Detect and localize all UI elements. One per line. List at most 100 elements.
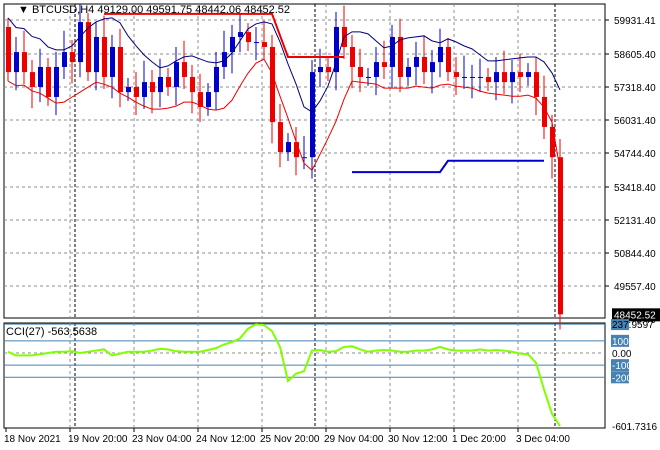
cci-line [7, 323, 561, 427]
bull-candle [54, 66, 59, 97]
bull-candle [390, 36, 395, 67]
bull-candle [206, 92, 211, 107]
bear-candle [398, 36, 403, 77]
price-tick-label: 50844.40 [614, 249, 656, 260]
time-tick-label: 23 Nov 04:00 [132, 434, 192, 445]
time-tick-label: 29 Nov 04:00 [324, 434, 384, 445]
bear-candle [534, 72, 539, 97]
chart-canvas[interactable]: 59931.41 58605.40 57318.40 56031.40 54744.40… [0, 0, 660, 450]
bull-candle [254, 42, 259, 44]
bull-candle [142, 82, 147, 97]
bull-candle [374, 62, 379, 77]
bull-candle [462, 76, 467, 78]
bear-candle [166, 76, 171, 87]
time-tick-label: 19 Nov 20:00 [68, 434, 128, 445]
bull-candle [286, 142, 291, 153]
price-tick-label: 57318.40 [614, 83, 656, 94]
bear-candle [278, 122, 283, 153]
bear-candle [102, 36, 107, 77]
cci-tick-label: 237.9597 [612, 320, 654, 331]
bull-candle [222, 52, 227, 67]
bear-candle [558, 157, 563, 315]
stop-line-blue [352, 159, 544, 174]
price-tick-label: 54744.40 [614, 149, 656, 160]
time-tick-label: 18 Nov 2021 [4, 434, 61, 445]
bear-candle [118, 46, 123, 93]
bull-candle [470, 76, 475, 78]
bear-candle [358, 66, 363, 77]
bull-candle [406, 66, 411, 77]
cci-tick-label: 0.00 [612, 349, 632, 360]
bull-candle [238, 32, 243, 37]
time-tick-label: 1 Dec 20:00 [452, 434, 506, 445]
bull-candle [38, 66, 43, 87]
bull-candle [126, 86, 131, 93]
cci-tick-label: -100 [612, 361, 632, 372]
cci-pane-frame [3, 322, 606, 429]
bull-candle [302, 157, 307, 159]
bear-candle [150, 82, 155, 93]
ohlc-values: 49129.00 49591.75 48442.06 48452.52 [97, 4, 291, 16]
bull-candle [494, 72, 499, 83]
cci-tick-label: 100 [612, 337, 629, 348]
bear-candle [422, 56, 427, 73]
bear-candle [454, 72, 459, 77]
bear-candle [350, 46, 355, 67]
chart-header: ▼ BTCUSD,H4 49129.00 49591.75 48442.06 4… [18, 4, 290, 16]
cci-name: CCI(27) [6, 326, 45, 338]
time-tick-label: 3 Dec 04:00 [516, 434, 570, 445]
cci-value: -563.5638 [47, 326, 98, 338]
price-tick-label: 58605.40 [614, 50, 656, 61]
bull-candle [174, 62, 179, 87]
bull-candle [318, 66, 323, 73]
bull-candle [110, 46, 115, 77]
bull-candle [158, 76, 163, 93]
price-tick-label: 53418.40 [614, 183, 656, 194]
bear-candle [326, 66, 331, 73]
price-tick-label: 52131.40 [614, 216, 656, 227]
bull-candle [78, 22, 83, 63]
bear-candle [502, 72, 507, 83]
bear-candle [262, 42, 267, 47]
bear-candle [22, 52, 27, 73]
bull-candle [366, 76, 371, 78]
bear-candle [70, 52, 75, 63]
bull-candle [414, 56, 419, 67]
bull-candle [526, 72, 531, 77]
bull-candle [438, 46, 443, 63]
bull-candle [510, 72, 515, 83]
bull-candle [214, 66, 219, 93]
price-tick-label: 49557.40 [614, 282, 656, 293]
bear-candle [270, 46, 275, 123]
bear-candle [382, 62, 387, 67]
time-tick-label: 30 Nov 12:00 [388, 434, 448, 445]
bear-candle [182, 62, 187, 77]
bull-candle [94, 36, 99, 73]
bull-candle [430, 62, 435, 73]
time-tick-label: 24 Nov 12:00 [196, 434, 256, 445]
chart-window: 59931.41 58605.40 57318.40 56031.40 54744.40… [0, 0, 660, 450]
bull-candle [478, 76, 483, 78]
bear-candle [134, 86, 139, 97]
cci-header: CCI(27) -563.5638 [6, 326, 97, 338]
bear-candle [6, 26, 11, 73]
bear-candle [30, 72, 35, 87]
bear-candle [518, 72, 523, 77]
price-tick-label: 59931.41 [614, 16, 656, 27]
bear-candle [190, 76, 195, 93]
cci-tick-label: -200 [612, 373, 632, 384]
collapse-triangle-icon[interactable]: ▼ [18, 4, 29, 16]
price-tick-label: 56031.40 [614, 116, 656, 127]
bear-candle [246, 32, 251, 43]
symbol-label: BTCUSD,H4 [31, 4, 95, 16]
bull-candle [310, 72, 315, 158]
bear-candle [550, 126, 555, 158]
bull-candle [14, 52, 19, 73]
bull-candle [62, 52, 67, 67]
bear-candle [46, 66, 51, 97]
time-tick-label: 25 Nov 20:00 [260, 434, 320, 445]
bear-candle [294, 142, 299, 158]
ma-slow-line [7, 58, 561, 172]
cci-tick-label: -601.7316 [612, 422, 657, 433]
bear-candle [446, 46, 451, 73]
